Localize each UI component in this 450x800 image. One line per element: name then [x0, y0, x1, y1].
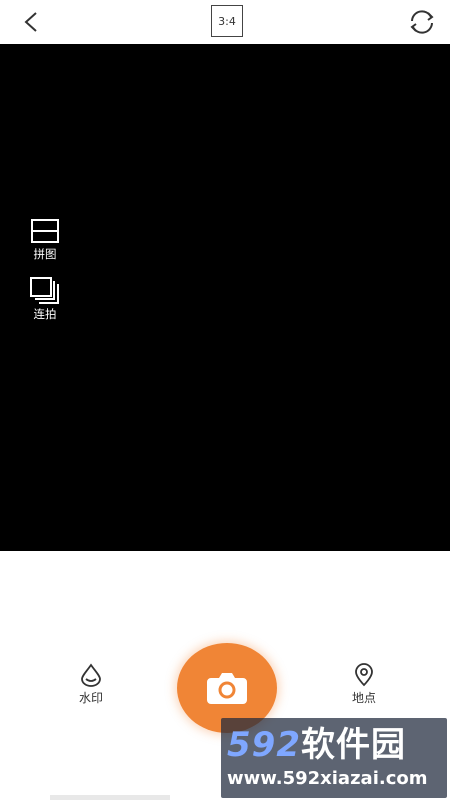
- location-pin-icon: [355, 663, 373, 687]
- collage-button[interactable]: 拼图: [24, 218, 66, 261]
- burst-icon: [30, 277, 59, 304]
- collage-icon: [31, 219, 59, 243]
- aspect-ratio-button[interactable]: 3:4: [211, 5, 243, 37]
- switch-camera-button[interactable]: [404, 6, 440, 38]
- burst-label: 连拍: [33, 307, 57, 321]
- bottom-divider: [50, 795, 170, 800]
- burst-button[interactable]: 连拍: [24, 276, 66, 321]
- camera-icon: [207, 673, 247, 704]
- chevron-left-icon: [24, 12, 37, 32]
- watermark-label: 水印: [78, 691, 103, 705]
- top-bar: 3:4: [0, 0, 450, 44]
- site-url: www.592xiazai.com: [227, 768, 428, 789]
- camera-switch-icon: [410, 10, 434, 34]
- location-label: 地点: [351, 691, 376, 705]
- site-brand-number: 592: [227, 725, 301, 765]
- back-button[interactable]: [14, 6, 48, 38]
- aspect-ratio-label: 3:4: [218, 14, 236, 28]
- watermark-button[interactable]: 水印: [66, 663, 116, 706]
- location-button[interactable]: 地点: [339, 663, 389, 706]
- site-watermark: 592软件园 www.592xiazai.com: [221, 718, 447, 798]
- camera-viewfinder[interactable]: 拼图 连拍: [0, 44, 450, 551]
- collage-label: 拼图: [33, 247, 57, 261]
- watermark-drop-icon: [81, 663, 101, 687]
- site-brand: 592软件园: [227, 726, 441, 764]
- site-brand-text: 软件园: [300, 725, 406, 765]
